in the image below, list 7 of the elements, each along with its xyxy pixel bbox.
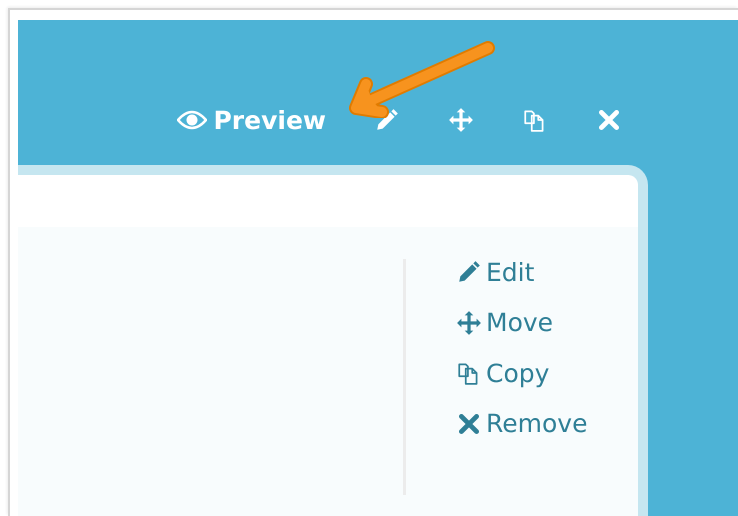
action-link[interactable]: Copy [456, 348, 588, 398]
action-link[interactable]: Remove [456, 398, 588, 449]
move-icon [456, 310, 482, 336]
eye-icon [177, 110, 208, 130]
preview-button[interactable]: Preview [177, 108, 326, 132]
action-link[interactable]: Edit [456, 247, 588, 298]
action-link[interactable]: Move [456, 298, 588, 348]
